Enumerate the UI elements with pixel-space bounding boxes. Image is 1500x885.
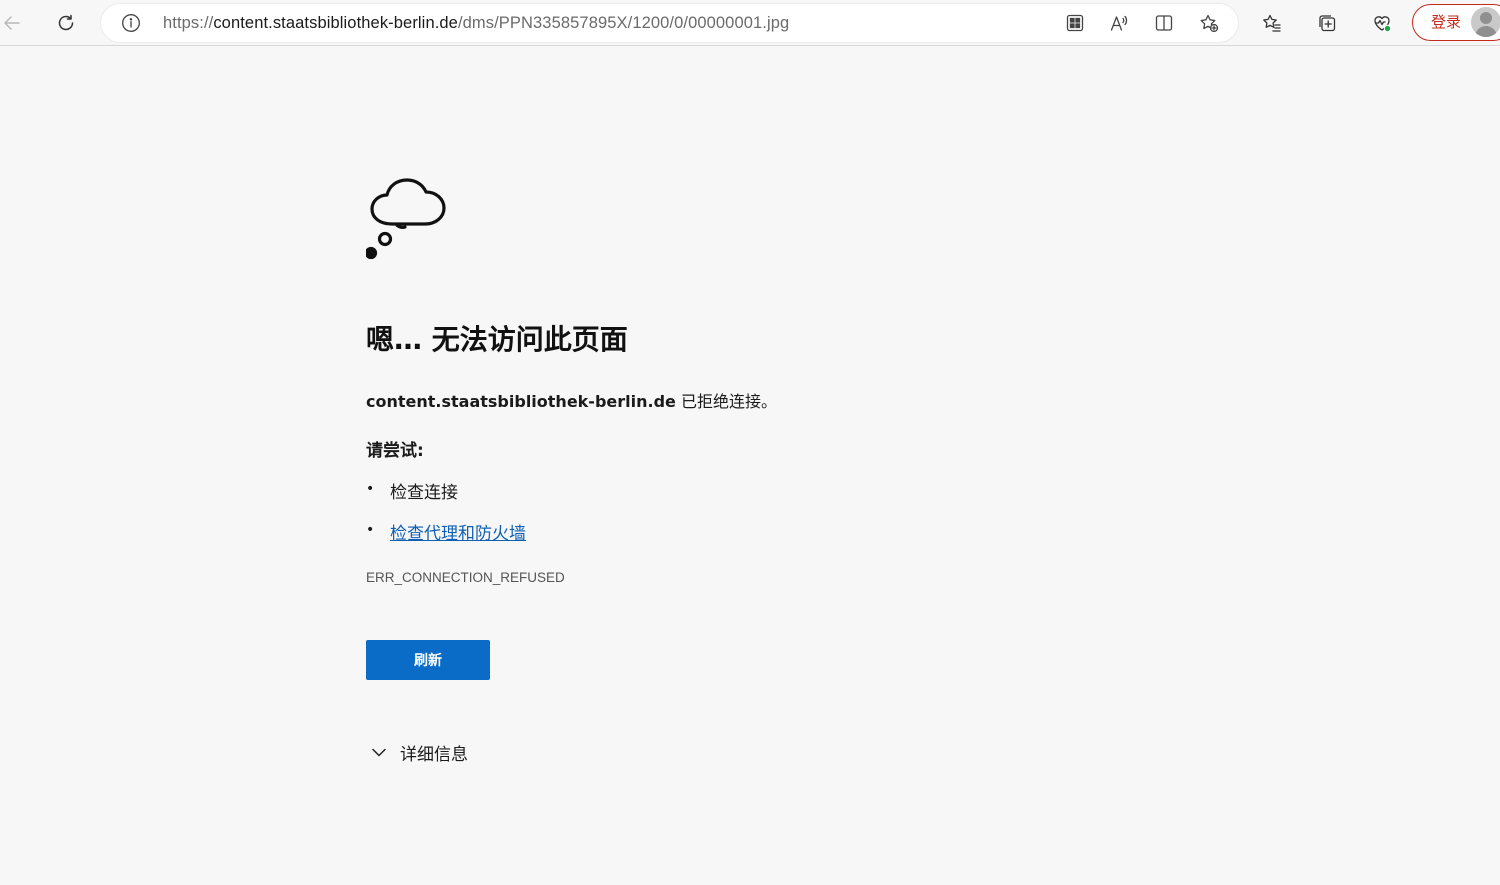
refresh-icon [58, 14, 74, 31]
address-bar[interactable]: https://content.staatsbibliothek-berlin.… [101, 4, 1238, 42]
heart-pulse-icon [1374, 16, 1392, 33]
read-aloud-icon[interactable] [1109, 13, 1129, 33]
url-path: /dms/PPN335857895X/1200/0/00000001.jpg [457, 14, 790, 32]
refresh-button[interactable]: 刷新 [366, 640, 490, 680]
suggestion-check-proxy-firewall: 检查代理和防火墙 [366, 519, 526, 560]
avatar [1471, 7, 1500, 37]
url-host: content.staatsbibliothek-berlin.de [213, 14, 458, 32]
signin-button[interactable]: 登录 [1412, 4, 1500, 41]
split-screen-icon[interactable] [1154, 13, 1174, 33]
collections-icon [1319, 15, 1336, 32]
page-title: 嗯… 无法访问此页面 [366, 323, 628, 356]
url-text[interactable]: https://content.staatsbibliothek-berlin.… [163, 4, 789, 42]
back-button[interactable] [0, 7, 28, 39]
app-grid-icon[interactable] [1065, 13, 1085, 33]
info-icon[interactable] [121, 13, 141, 33]
details-label: 详细信息 [400, 744, 468, 765]
proxy-firewall-link[interactable]: 检查代理和防火墙 [390, 524, 526, 544]
suggestions-list: 检查连接 检查代理和防火墙 [366, 478, 526, 560]
try-heading: 请尝试: [366, 441, 424, 461]
error-host: content.staatsbibliothek-berlin.de [366, 392, 676, 411]
suggestion-check-connection: 检查连接 [366, 478, 526, 519]
error-message-suffix: 已拒绝连接。 [675, 392, 777, 411]
signin-label: 登录 [1431, 13, 1462, 31]
favorites-button[interactable] [1256, 7, 1288, 39]
chevron-down-icon [372, 748, 386, 757]
browser-essentials-button[interactable] [1366, 7, 1398, 39]
suggestion-text: 检查连接 [390, 483, 458, 503]
error-message: content.staatsbibliothek-berlin.de 已拒绝连接… [366, 388, 777, 412]
url-protocol: https:// [163, 14, 214, 32]
browser-toolbar: https://content.staatsbibliothek-berlin.… [0, 0, 1500, 46]
refresh-page-button[interactable] [50, 7, 82, 39]
arrow-left-icon [4, 16, 20, 30]
add-favorite-icon[interactable] [1199, 13, 1219, 33]
favorites-list-icon [1263, 14, 1281, 32]
collections-button[interactable] [1311, 7, 1343, 39]
error-code: ERR_CONNECTION_REFUSED [366, 570, 565, 585]
thought-cloud-icon [366, 178, 446, 260]
details-toggle[interactable]: 详细信息 [370, 740, 468, 765]
